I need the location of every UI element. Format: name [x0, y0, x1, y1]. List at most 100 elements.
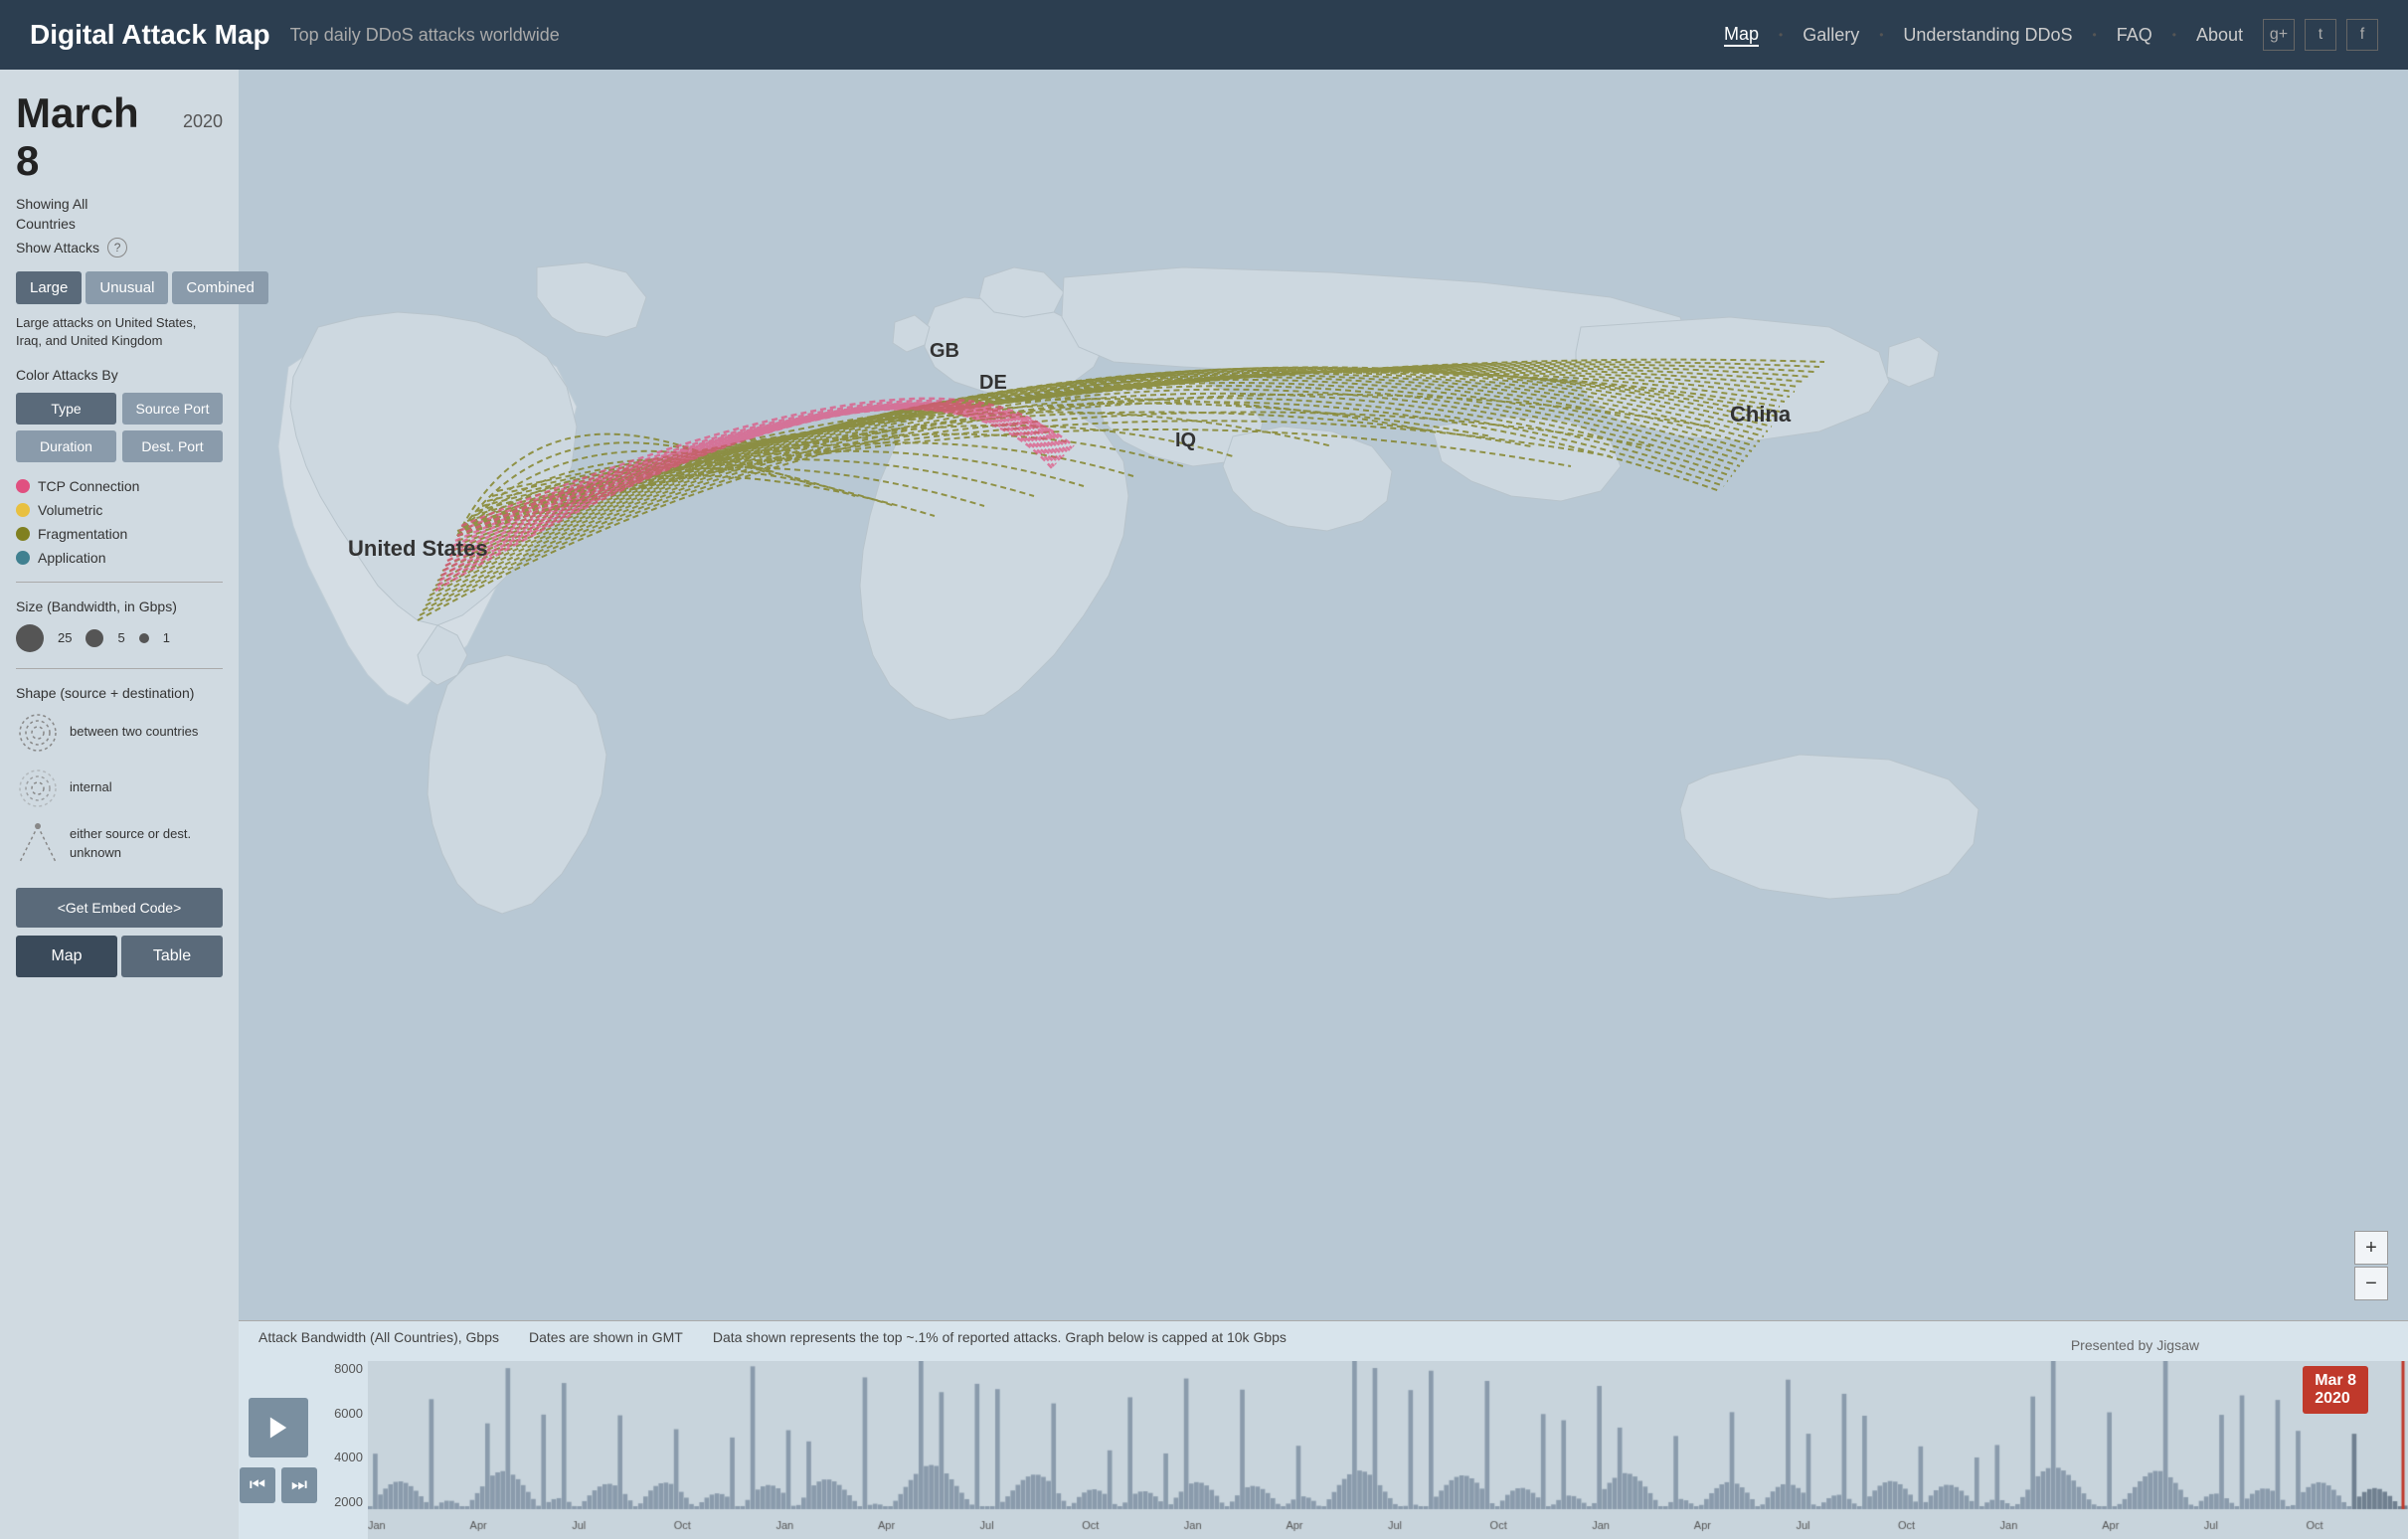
- unusual-button[interactable]: Unusual: [86, 271, 168, 304]
- attack-description: Large attacks on United States, Iraq, an…: [16, 314, 223, 350]
- tcp-dot: [16, 479, 30, 493]
- timeline-info: Attack Bandwidth (All Countries), Gbps D…: [258, 1329, 2209, 1345]
- embed-code-button[interactable]: <Get Embed Code>: [16, 888, 223, 928]
- data-label: Data shown represents the top ~.1% of re…: [713, 1329, 1287, 1345]
- shape-between-countries: between two countries: [16, 711, 223, 755]
- shape-unknown-label: either source or dest. unknown: [70, 825, 223, 861]
- social-icons: g+ t f: [2263, 19, 2378, 51]
- de-label: DE: [979, 372, 1007, 394]
- legend-tcp: TCP Connection: [16, 478, 223, 494]
- duration-button[interactable]: Duration: [16, 430, 116, 462]
- showing-label: Showing AllCountries: [16, 195, 223, 234]
- nav-faq[interactable]: FAQ: [2117, 25, 2152, 46]
- nav-gallery[interactable]: Gallery: [1803, 25, 1859, 46]
- world-map-svg[interactable]: GB DE IQ United States China: [239, 70, 2408, 1320]
- us-label: United States: [348, 536, 488, 561]
- size-circle-large: [16, 624, 44, 652]
- combined-button[interactable]: Combined: [172, 271, 267, 304]
- zoom-controls: + −: [2354, 1231, 2388, 1300]
- marker-date: Mar 8: [2315, 1372, 2356, 1389]
- view-toggle: Map Table: [16, 936, 223, 977]
- chart-y-labels: 8000 6000 4000 2000: [318, 1361, 368, 1509]
- sidebar: March 8 2020 Showing AllCountries Show A…: [0, 70, 239, 1539]
- shape-internal-icon: [16, 767, 60, 810]
- size-1: 1: [163, 630, 170, 645]
- twitter-icon[interactable]: t: [2305, 19, 2336, 51]
- dest-port-button[interactable]: Dest. Port: [122, 430, 223, 462]
- size-label: Size (Bandwidth, in Gbps): [16, 598, 223, 614]
- world-map: GB DE IQ United States China: [239, 70, 2408, 1320]
- shape-unknown-icon: [16, 822, 60, 866]
- main-nav: Map • Gallery • Understanding DDoS • FAQ…: [1724, 24, 2243, 47]
- table-view-button[interactable]: Table: [121, 936, 223, 977]
- iq-label: IQ: [1175, 429, 1196, 451]
- google-plus-icon[interactable]: g+: [2263, 19, 2295, 51]
- shape-arc-icon: [16, 711, 60, 755]
- show-attacks-row: Show Attacks ?: [16, 238, 223, 257]
- application-dot: [16, 551, 30, 565]
- fragmentation-dot: [16, 527, 30, 541]
- marker-year: 2020: [2315, 1390, 2350, 1407]
- map-area: GB DE IQ United States China + − Attack …: [239, 70, 2408, 1539]
- legend-volumetric: Volumetric: [16, 502, 223, 518]
- bandwidth-label: Attack Bandwidth (All Countries), Gbps: [258, 1329, 499, 1345]
- play-button[interactable]: [249, 1398, 308, 1457]
- gmt-label: Dates are shown in GMT: [529, 1329, 683, 1345]
- volumetric-label: Volumetric: [38, 502, 102, 518]
- y-label-2000: 2000: [334, 1494, 363, 1509]
- legend-fragmentation: Fragmentation: [16, 526, 223, 542]
- attack-type-buttons: Large Unusual Combined: [16, 271, 223, 304]
- nav-buttons: ⏮ ⏭: [240, 1467, 317, 1503]
- source-port-button[interactable]: Source Port: [122, 393, 223, 425]
- size-legend: 25 5 1: [16, 624, 223, 652]
- date-row: March 8 2020: [16, 89, 223, 185]
- timeline-controls: ⏮ ⏭: [239, 1361, 318, 1539]
- chart-canvas: [368, 1361, 2408, 1539]
- size-5: 5: [117, 630, 124, 645]
- header: Digital Attack Map Top daily DDoS attack…: [0, 0, 2408, 70]
- shape-unknown: either source or dest. unknown: [16, 822, 223, 866]
- current-year: 2020: [183, 111, 223, 132]
- large-button[interactable]: Large: [16, 271, 82, 304]
- prev-button[interactable]: ⏮: [240, 1467, 275, 1503]
- presented-label: Presented by Jigsaw: [2071, 1337, 2199, 1353]
- shape-between-label: between two countries: [70, 723, 198, 741]
- shape-label: Shape (source + destination): [16, 685, 223, 701]
- fragmentation-label: Fragmentation: [38, 526, 127, 542]
- shape-internal: internal: [16, 767, 223, 810]
- show-attacks-label: Show Attacks: [16, 240, 99, 256]
- current-date: March 8: [16, 89, 171, 185]
- legend-application: Application: [16, 550, 223, 566]
- y-label-6000: 6000: [334, 1406, 363, 1421]
- volumetric-dot: [16, 503, 30, 517]
- facebook-icon[interactable]: f: [2346, 19, 2378, 51]
- logo-subtitle: Top daily DDoS attacks worldwide: [290, 25, 560, 46]
- next-button[interactable]: ⏭: [281, 1467, 317, 1503]
- help-icon[interactable]: ?: [107, 238, 127, 257]
- nav-understanding-ddos[interactable]: Understanding DDoS: [1903, 25, 2072, 46]
- map-view-button[interactable]: Map: [16, 936, 117, 977]
- type-button[interactable]: Type: [16, 393, 116, 425]
- size-circle-small: [139, 633, 149, 643]
- zoom-in-button[interactable]: +: [2354, 1231, 2388, 1265]
- china-label: China: [1730, 402, 1792, 427]
- color-by-buttons: Type Source Port Duration Dest. Port: [16, 393, 223, 462]
- gb-label: GB: [930, 340, 959, 362]
- date-marker: Mar 8 2020: [2303, 1366, 2368, 1414]
- timeline: Attack Bandwidth (All Countries), Gbps D…: [239, 1320, 2408, 1539]
- y-label-4000: 4000: [334, 1450, 363, 1464]
- application-label: Application: [38, 550, 106, 566]
- nav-about[interactable]: About: [2196, 25, 2243, 46]
- divider-1: [16, 582, 223, 583]
- timeline-chart[interactable]: 8000 6000 4000 2000 Mar 8 2020: [318, 1361, 2408, 1539]
- tcp-label: TCP Connection: [38, 478, 139, 494]
- size-25: 25: [58, 630, 72, 645]
- logo-title: Digital Attack Map: [30, 19, 270, 51]
- nav-map[interactable]: Map: [1724, 24, 1759, 47]
- size-circle-medium: [86, 629, 103, 647]
- zoom-out-button[interactable]: −: [2354, 1267, 2388, 1300]
- y-label-8000: 8000: [334, 1361, 363, 1376]
- color-attacks-by-label: Color Attacks By: [16, 367, 223, 383]
- shape-internal-label: internal: [70, 778, 112, 796]
- divider-2: [16, 668, 223, 669]
